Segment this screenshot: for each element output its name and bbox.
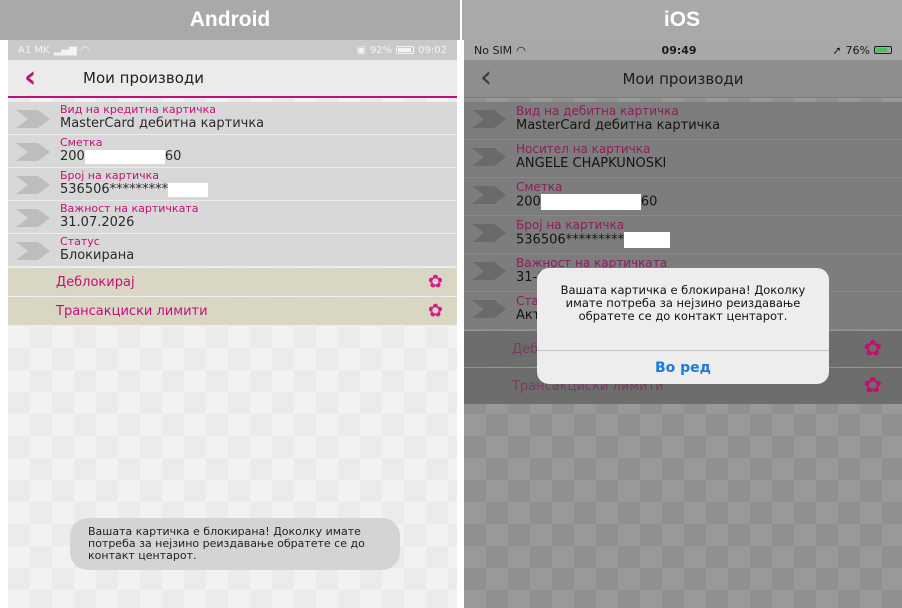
account-prefix: 200: [60, 149, 85, 164]
card-details-list: Вид на кредитна картичка MasterCard деби…: [8, 102, 457, 267]
status-time: 09:49: [661, 43, 697, 57]
page-title: Мои производи: [83, 69, 205, 87]
status-value: Блокирана: [60, 248, 135, 263]
arrow-shape-icon: [16, 110, 50, 128]
card-type-row: Вид на дебитна картичка MasterCard дебит…: [464, 102, 902, 140]
card-number-label: Број на картичка: [516, 218, 625, 232]
battery-icon: [873, 46, 892, 54]
card-type-row: Вид на кредитна картичка MasterCard деби…: [8, 102, 457, 135]
transaction-limits-button[interactable]: Трансакциски лимити ✿: [8, 297, 457, 325]
blocked-card-toast: Вашата картичка е блокирана! Доколку има…: [70, 518, 400, 570]
expiry-label: Важност на картичката: [60, 202, 199, 215]
unblock-label: Деблокирај: [56, 274, 135, 290]
status-row: Статус Блокирана: [8, 234, 457, 267]
ios-column-header: iOS: [462, 0, 902, 40]
wifi-icon: ◠: [516, 43, 526, 57]
arrow-shape-icon: [472, 110, 506, 128]
ios-screen: No SIM ◠ 09:49 ➚ 76% ‹ Мои производи Вид…: [464, 40, 902, 608]
arrow-shape-icon: [472, 186, 506, 204]
wifi-icon: ◠: [80, 44, 90, 56]
unblock-button[interactable]: Деблокирај ✿: [8, 268, 457, 296]
blocked-card-alert: Вашата картичка е блокирана! Доколку има…: [537, 268, 829, 384]
carrier-label: No SIM: [474, 43, 513, 57]
location-icon: ➚: [832, 43, 842, 57]
battery-percent: 76%: [845, 43, 870, 57]
account-label: Сметка: [60, 136, 103, 149]
alert-message: Вашата картичка е блокирана! Доколку има…: [560, 283, 806, 323]
redaction-box: [84, 149, 165, 164]
redaction-box: [168, 182, 209, 197]
android-column-header: Android: [0, 0, 460, 40]
arrow-shape-icon: [16, 143, 50, 161]
redaction-box: [540, 194, 641, 210]
arrow-shape-icon: [16, 176, 50, 194]
card-type-label: Вид на кредитна картичка: [60, 103, 217, 116]
ios-status-bar: No SIM ◠ 09:49 ➚ 76%: [464, 40, 902, 60]
card-type-value: MasterCard дебитна картичка: [516, 118, 721, 133]
back-button[interactable]: ‹: [480, 63, 492, 93]
account-suffix: 60: [640, 194, 658, 210]
arrow-shape-icon: [472, 300, 506, 318]
cardholder-value: ANGELE CHAPKUNOSKI: [516, 156, 667, 171]
status-time: 09:02: [418, 44, 447, 56]
nfc-icon: ▣: [356, 44, 366, 56]
expiry-row: Важност на картичката 31.07.2026: [8, 201, 457, 234]
android-title-bar: ‹ Мои производи: [8, 60, 457, 98]
chevron-left-icon: ‹: [480, 60, 492, 95]
account-prefix: 200: [516, 194, 541, 210]
cardholder-row: Носител на картичка ANGELE CHAPKUNOSKI: [464, 140, 902, 178]
arrow-shape-icon: [16, 209, 50, 227]
card-number-row: Број на картичка 536506*********: [464, 216, 902, 254]
arrow-shape-icon: [16, 242, 50, 260]
card-type-label: Вид на дебитна картичка: [516, 104, 679, 118]
account-value: 200 60: [516, 194, 902, 210]
status-label: Статус: [60, 235, 100, 248]
account-value: 200 60: [60, 149, 457, 164]
gear-icon: ✿: [863, 336, 882, 362]
gear-icon: ✿: [427, 300, 443, 322]
arrow-shape-icon: [472, 224, 506, 242]
signal-icon: ▂▄▆: [53, 44, 77, 56]
unblock-label: Деб: [512, 341, 539, 357]
card-type-value: MasterCard дебитна картичка: [60, 116, 265, 131]
account-row: Сметка 200 60: [8, 135, 457, 168]
gear-icon: ✿: [427, 271, 443, 293]
page-title: Мои производи: [622, 69, 744, 88]
ios-title-bar: ‹ Мои производи: [464, 60, 902, 98]
account-suffix: 60: [164, 149, 182, 164]
transaction-limits-label: Трансакциски лимити: [56, 303, 208, 319]
battery-percent: 92%: [369, 44, 393, 56]
back-button[interactable]: ‹: [24, 63, 36, 93]
android-screen: A1 MK ▂▄▆ ◠ ▣ 92% 09:02 ‹ Мои производи …: [8, 40, 457, 608]
chevron-left-icon: ‹: [24, 60, 37, 95]
gear-icon: ✿: [863, 373, 882, 399]
redaction-box: [624, 232, 671, 248]
column-divider: [460, 0, 462, 608]
card-number-label: Број на картичка: [60, 169, 160, 182]
account-label: Сметка: [516, 180, 563, 194]
carrier-label: A1 MK: [18, 44, 50, 56]
cardholder-label: Носител на картичка: [516, 142, 651, 156]
card-number-prefix: 536506*********: [516, 232, 625, 248]
account-row: Сметка 200 60: [464, 178, 902, 216]
ok-button[interactable]: Во ред: [537, 350, 829, 384]
arrow-shape-icon: [472, 148, 506, 166]
card-number-value: 536506*********: [60, 182, 457, 197]
arrow-shape-icon: [472, 262, 506, 280]
android-status-bar: A1 MK ▂▄▆ ◠ ▣ 92% 09:02: [8, 40, 457, 60]
card-number-row: Број на картичка 536506*********: [8, 168, 457, 201]
expiry-value: 31.07.2026: [60, 215, 135, 230]
card-number-value: 536506*********: [516, 232, 902, 248]
card-number-prefix: 536506*********: [60, 182, 169, 197]
battery-icon: [396, 46, 415, 54]
